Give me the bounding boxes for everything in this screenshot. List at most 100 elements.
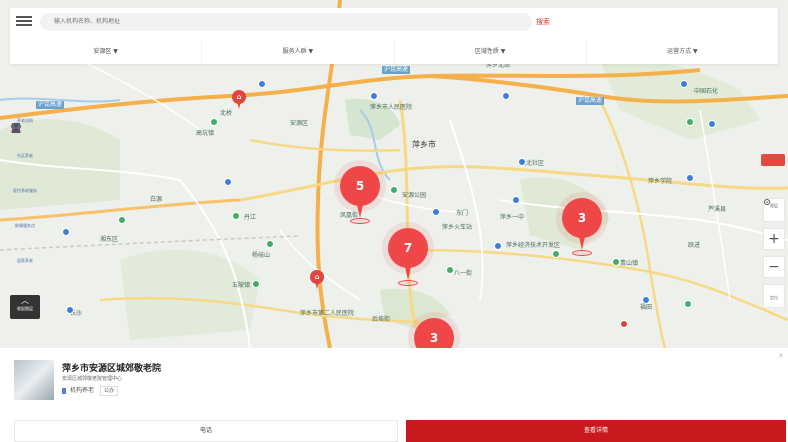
locate-button[interactable]: 定位 (763, 199, 785, 308)
park-poi-icon (390, 186, 398, 194)
hospital-poi-icon (502, 92, 510, 100)
hospital-poi-icon (512, 196, 520, 204)
map-label: 湘东区 (100, 236, 119, 243)
cluster-marker[interactable]: 5 (334, 160, 386, 226)
chevron-up-icon: ︿ (21, 296, 29, 305)
view-detail-button[interactable]: 查看详情 (406, 420, 786, 442)
park-poi-icon (232, 212, 240, 220)
phone-button[interactable]: 电话 (14, 420, 398, 442)
map-label: 萍乡市人民医院 (370, 104, 413, 111)
station-poi-icon (620, 320, 628, 328)
park-poi-icon (252, 280, 260, 288)
search-panel: 搜索 安源区 ▼ 服务人群 ▼ 区域性质 ▼ 运营方式 ▼ (10, 8, 778, 64)
layer-meal[interactable]: 助餐服务点 (10, 122, 40, 258)
filter-operation[interactable]: 运营方式 ▼ (587, 40, 778, 64)
hospital-poi-icon (62, 228, 70, 236)
map-label: 八一街 (454, 270, 473, 277)
hospital-poi-icon (370, 92, 378, 100)
facility-address: 安源区城郊敬老院管理中心 (62, 376, 123, 382)
facility-card: ✕ 萍乡市安源区城郊敬老院 安源区城郊敬老院管理中心 机构养老 公办 电话 查看详… (0, 348, 788, 442)
hospital-poi-icon (224, 178, 232, 186)
map-label: 安源区 (290, 120, 309, 127)
map-label: 跃进 (688, 242, 701, 249)
notice-badge[interactable] (761, 154, 785, 166)
search-button[interactable]: 搜索 (536, 13, 550, 31)
map-label: 五陂镇 (232, 282, 251, 289)
collapse-label: 收起图层 (17, 306, 33, 311)
map-label: 萍乡学院 (648, 178, 673, 185)
hospital-poi-icon (680, 80, 688, 88)
cluster-marker[interactable]: 3 (408, 312, 460, 348)
map-label: 萍乡市第二人民医院 (300, 310, 355, 317)
map-label: 青山镇 (620, 260, 639, 267)
person-icon (11, 123, 21, 133)
zoom-in-button[interactable]: + (763, 228, 785, 250)
filter-district[interactable]: 安源区 ▼ (10, 40, 203, 64)
map-label: 萍乡火车站 (442, 224, 473, 231)
facility-pin[interactable]: ⌂ (232, 90, 246, 110)
hospital-poi-icon (518, 158, 526, 166)
menu-button[interactable] (16, 14, 32, 28)
road-badge: 沪昆高速 (36, 101, 65, 109)
hospital-poi-icon (708, 120, 716, 128)
road-badge: 沪昆高速 (576, 97, 605, 105)
menu-icon (16, 16, 32, 18)
layer-label: 社区养老 (17, 153, 33, 158)
cluster-count: 3 (429, 331, 439, 345)
filter-service-group[interactable]: 服务人群 ▼ (202, 40, 395, 64)
layer-home[interactable]: 居家养老 (10, 123, 40, 293)
zoom-out-button[interactable]: − (763, 256, 785, 278)
locate-icon (764, 199, 770, 205)
layer-toolbar: 养老机构 社区养老 医疗养老服务 助餐服务点 居家养老 ︿ 收起图层 (10, 118, 40, 319)
cluster-marker[interactable]: 7 (382, 222, 434, 288)
park-poi-icon (552, 250, 560, 258)
facility-pin[interactable]: ⌂ (310, 270, 324, 290)
layer-label: 助餐服务点 (15, 223, 35, 228)
map-label: 丹江 (244, 214, 257, 221)
hospital-poi-icon (66, 306, 74, 314)
park-poi-icon (446, 266, 454, 274)
park-poi-icon (266, 240, 274, 248)
facility-title: 萍乡市安源区城郊敬老院 (62, 364, 162, 374)
map-label: 东门 (456, 210, 469, 217)
close-icon[interactable]: ✕ (778, 352, 784, 360)
tag-marker-icon (62, 387, 66, 394)
map-label: 芦溪县 (708, 206, 727, 213)
hospital-poi-icon (642, 296, 650, 304)
cluster-count: 5 (355, 179, 365, 193)
layer-label: 居家养老 (17, 258, 33, 263)
map-label: 高坑镇 (196, 130, 215, 137)
road-badge: 沪昆高速 (382, 66, 411, 74)
map-label: 中国石化 (694, 88, 719, 95)
map-label: 安源公园 (402, 192, 427, 199)
map-label: 白源 (150, 196, 163, 203)
locate-label: 定位 (770, 295, 778, 300)
map-label: 北桥 (220, 110, 233, 117)
layer-label: 医疗养老服务 (13, 188, 37, 193)
search-input[interactable] (40, 13, 532, 31)
hospital-poi-icon (432, 208, 440, 216)
ownership-badge: 公办 (100, 386, 119, 396)
map-label: 萍乡经济技术开发区 (506, 242, 561, 249)
hospital-poi-icon (686, 174, 694, 182)
facility-thumbnail[interactable] (14, 360, 54, 400)
hospital-poi-icon (258, 80, 266, 88)
park-poi-icon (118, 216, 126, 224)
filter-area-type[interactable]: 区域性质 ▼ (395, 40, 587, 64)
park-poi-icon (686, 118, 694, 126)
cluster-marker[interactable]: 3 (556, 192, 608, 258)
layer-switch-label: 图层 (770, 203, 778, 208)
city-label: 萍乡市 (412, 140, 436, 149)
map-label: 杨岐山 (252, 252, 271, 259)
layer-community[interactable]: 社区养老 (10, 123, 40, 188)
park-poi-icon (684, 300, 692, 308)
cluster-count: 7 (403, 241, 413, 255)
layer-medical[interactable]: 医疗养老服务 (10, 124, 40, 223)
collapse-layers-button[interactable]: ︿ 收起图层 (10, 295, 40, 319)
park-poi-icon (612, 258, 620, 266)
facility-type: 机构养老 (70, 387, 95, 394)
cluster-count: 3 (577, 211, 587, 225)
hospital-poi-icon (494, 242, 502, 250)
map-controls: 图层 + − 定位 (763, 198, 785, 314)
park-poi-icon (210, 118, 218, 126)
